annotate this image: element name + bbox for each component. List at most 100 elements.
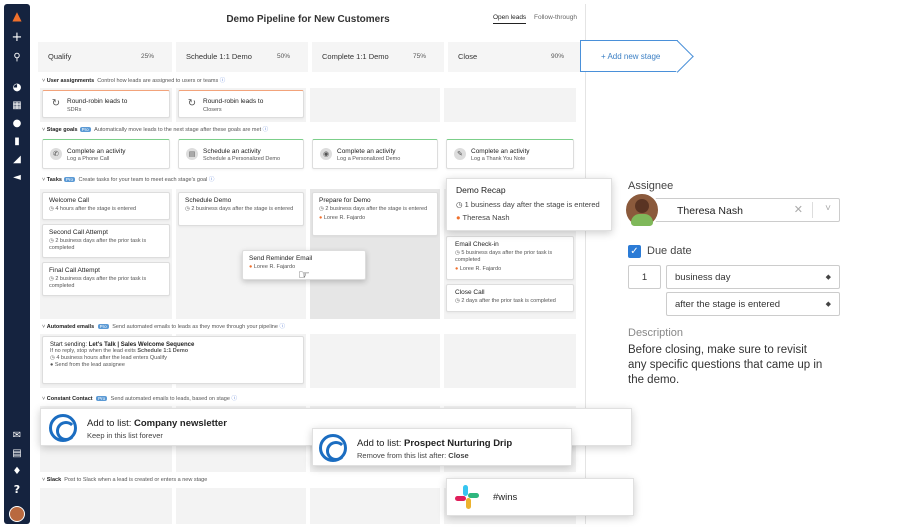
task-card[interactable]: Second Call Attempt ◷ 2 business days af… <box>42 224 170 258</box>
info-icon[interactable]: ⓘ <box>209 177 215 183</box>
assignment-card[interactable]: ↻ Round-robin leads to Closers <box>178 90 304 118</box>
task-timing: 2 business days after the prior task is … <box>49 238 147 251</box>
hand-cursor-icon: ☞ <box>298 268 310 283</box>
calendar-icon[interactable]: ▤ <box>4 448 30 460</box>
task-card[interactable]: Schedule Demo ◷ 2 business days after th… <box>178 192 304 226</box>
pro-badge: Pro <box>79 127 91 132</box>
info-icon[interactable]: ⓘ <box>263 127 269 133</box>
clock-icon: ◷ <box>50 355 55 361</box>
assignment-card[interactable]: ↻ Round-robin leads to SDRs <box>42 90 170 118</box>
info-icon[interactable]: ⓘ <box>220 78 226 84</box>
automated-email-card[interactable]: Start sending: Let's Talk | Sales Welcom… <box>42 336 304 384</box>
section-slack[interactable]: ˅ Slack Post to Slack when a lead is cre… <box>42 477 207 483</box>
deals-icon[interactable]: ▮ <box>4 136 30 148</box>
clock-icon: ◷ <box>49 238 54 244</box>
cc-list-name: Prospect Nurturing Drip <box>404 438 513 449</box>
info-icon[interactable]: ⓘ <box>279 324 285 330</box>
view-tabs: Open leads Follow-through <box>487 14 577 24</box>
task-timing: 1 business day after the stage is entere… <box>464 200 600 209</box>
due-number-input[interactable]: 1 <box>628 265 661 289</box>
plus-icon[interactable]: + <box>4 31 30 44</box>
task-timing: 2 days after the prior task is completed <box>461 298 556 304</box>
stage-percent: 50% <box>276 53 290 60</box>
task-card[interactable]: Final Call Attempt ◷ 2 business days aft… <box>42 262 170 296</box>
stage-qualify[interactable]: Qualify 25% <box>38 42 172 72</box>
pro-badge: Pro <box>63 177 75 182</box>
task-card[interactable]: Prepare for Demo ◷ 2 business days after… <box>312 192 438 236</box>
stage-schedule-demo[interactable]: Schedule 1:1 Demo 50% <box>176 42 308 72</box>
tab-open-leads[interactable]: Open leads <box>492 14 527 24</box>
clock-icon: ◷ <box>455 250 460 256</box>
constant-contact-logo <box>49 414 77 442</box>
clock-icon: ◷ <box>49 276 54 282</box>
task-timing: 2 business days after the stage is enter… <box>191 206 294 212</box>
help-icon[interactable]: ? <box>4 484 30 496</box>
select-arrows-icon: ◆ <box>825 301 831 308</box>
task-assignee: Loree R. Fajardo <box>323 215 366 221</box>
section-user-assignments[interactable]: ˅ User assignments Control how leads are… <box>42 76 225 84</box>
section-tasks[interactable]: ˅ Tasks Pro Create tasks for your team to… <box>42 175 214 183</box>
person-icon: ● <box>249 264 253 270</box>
section-title: User assignments <box>46 78 95 84</box>
notification-icon[interactable]: ♦ <box>4 466 30 478</box>
task-assignee: Loree R. Fajardo <box>253 264 296 270</box>
goal-card[interactable]: ▤ Schedule an activity Schedule a Person… <box>178 139 304 169</box>
avatar[interactable] <box>9 506 25 522</box>
goal-card[interactable]: ◉ Complete an activity Log a Personalize… <box>312 139 438 169</box>
clock-icon: ◷ <box>319 206 324 212</box>
section-automated-emails[interactable]: ˅ Automated emails Pro Send automated em… <box>42 322 285 330</box>
card-subtitle: Log a Personalized Demo <box>337 156 401 162</box>
cc-list-card[interactable]: Add to list: Prospect Nurturing Drip Rem… <box>312 428 572 466</box>
column-bg <box>176 488 306 524</box>
person-icon: ● <box>319 215 323 221</box>
column-bg <box>444 334 576 388</box>
clear-icon[interactable]: ✕ <box>794 203 803 216</box>
divider <box>812 202 813 218</box>
card-subtitle: Closers <box>203 107 222 113</box>
dashboard-icon[interactable]: ◕ <box>4 82 30 94</box>
clock-icon: ◷ <box>456 200 463 209</box>
cc-prefix: Add to list: <box>87 418 134 429</box>
person-icon: ● <box>455 266 459 272</box>
task-title: Welcome Call <box>49 197 89 204</box>
description-text[interactable]: Before closing, make sure to revisit any… <box>628 343 828 388</box>
stage-complete-demo[interactable]: Complete 1:1 Demo 75% <box>312 42 444 72</box>
reports-icon[interactable]: ◢ <box>4 154 30 166</box>
demo-recap-card[interactable]: Demo Recap ◷ 1 business day after the st… <box>446 178 612 231</box>
task-card[interactable]: Email Check-in ◷ 5 business days after t… <box>446 236 574 280</box>
stage-name: Qualify <box>48 52 72 61</box>
slack-card[interactable]: #wins <box>446 478 634 516</box>
add-stage-button[interactable]: + Add new stage <box>580 40 678 72</box>
due-unit-select[interactable]: business day ◆ <box>666 265 840 289</box>
mail-icon[interactable]: ✉ <box>4 430 30 442</box>
stage-percent: 90% <box>550 53 564 60</box>
info-icon[interactable]: ⓘ <box>231 396 237 402</box>
chevron-down-icon[interactable]: ˅ <box>825 203 831 214</box>
due-relation-value: after the stage is entered <box>675 299 781 310</box>
section-desc: Create tasks for your team to meet each … <box>78 177 208 183</box>
tab-follow-through[interactable]: Follow-through <box>534 14 577 23</box>
task-title: Close Call <box>455 289 485 296</box>
section-title: Slack <box>46 477 62 483</box>
person-icon[interactable]: ● <box>4 118 30 130</box>
section-stage-goals[interactable]: ˅ Stage goals Pro Automatically move lead… <box>42 125 268 133</box>
search-icon[interactable]: ⚲ <box>4 52 30 64</box>
task-title: Send Reminder Email <box>249 255 313 262</box>
task-timing: 2 business days after the stage is enter… <box>325 206 428 212</box>
logo-icon[interactable]: ▲ <box>4 10 30 22</box>
megaphone-icon[interactable]: ◄ <box>4 172 30 184</box>
task-timing: 2 business days after the prior task is … <box>49 276 147 289</box>
refresh-icon: ↻ <box>186 98 198 110</box>
section-desc: Post to Slack when a lead is created or … <box>64 477 208 483</box>
task-card[interactable]: Welcome Call ◷ 4 hours after the stage i… <box>42 192 170 220</box>
due-relation-select[interactable]: after the stage is entered ◆ <box>666 292 840 316</box>
org-icon[interactable]: ▦ <box>4 100 30 112</box>
column-bg <box>310 488 440 524</box>
stage-close[interactable]: Close 90% <box>448 42 582 72</box>
goal-card[interactable]: ✎ Complete an activity Log a Thank You N… <box>446 139 574 169</box>
goal-card[interactable]: ✆ Complete an activity Log a Phone Call <box>42 139 170 169</box>
task-card[interactable]: Close Call ◷ 2 days after the prior task… <box>446 284 574 312</box>
due-date-checkbox[interactable]: ✓ <box>628 245 641 258</box>
stage-name: Schedule 1:1 Demo <box>186 52 252 61</box>
section-constant-contact[interactable]: ˅ Constant Contact Pro Send automated em… <box>42 394 237 402</box>
